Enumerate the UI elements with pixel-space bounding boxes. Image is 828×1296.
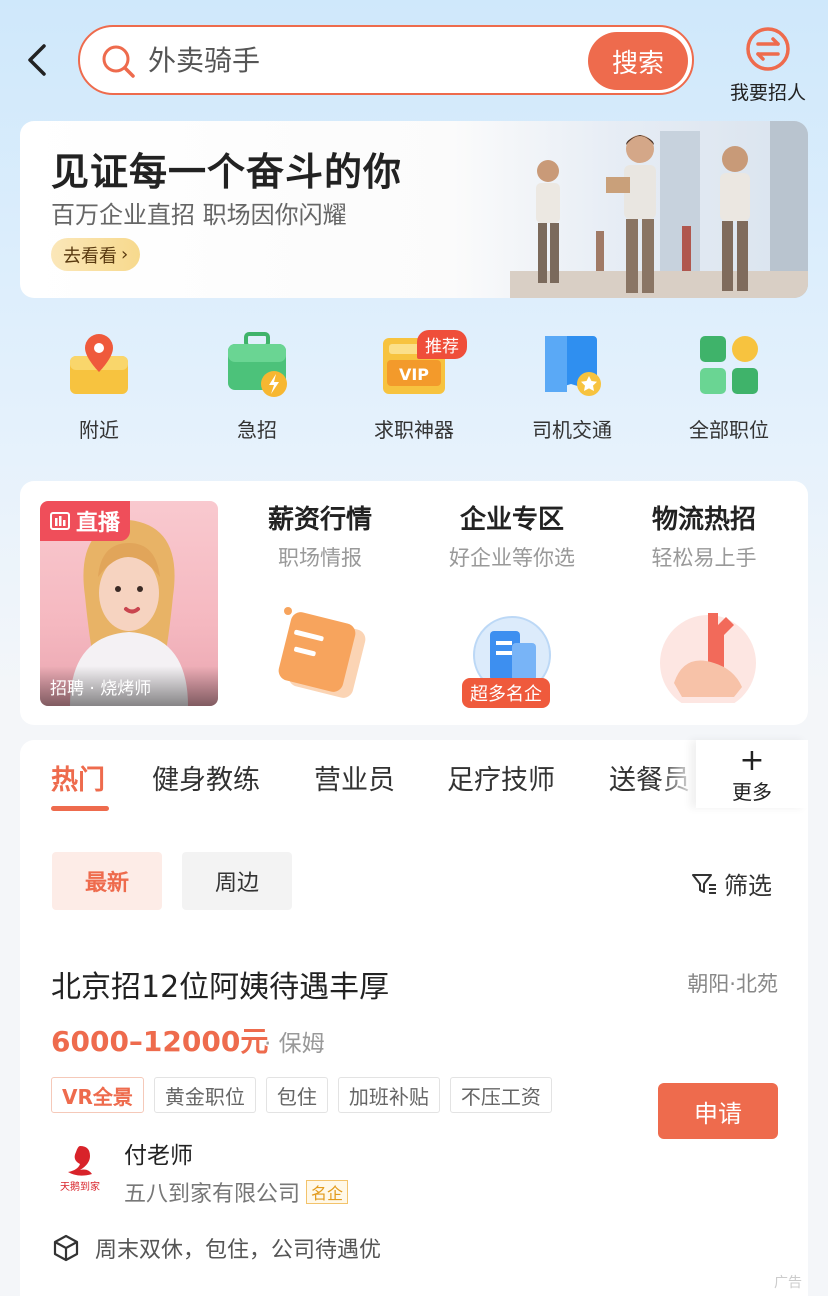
company-logo: 天鹅到家 [50, 1138, 110, 1198]
feature-card: 直播 招聘 · 烧烤师 薪资行情 职场情报 企业专区 好企业等你选 超多名企 物… [20, 481, 808, 725]
company-name: 五八到家有限公司 [124, 1182, 301, 1207]
running-people-illustration [510, 121, 808, 298]
back-arrow-icon[interactable] [22, 40, 56, 80]
vr-panorama-tag[interactable]: VR全景 [51, 1077, 144, 1113]
live-caption: 招聘 · 烧烤师 [40, 666, 218, 706]
feature-subtitle: 职场情报 [278, 546, 362, 570]
checklist-illustration [278, 607, 366, 698]
category-label: 求职神器 [374, 418, 454, 442]
svg-text:VIP: VIP [399, 365, 429, 384]
filter-chip-latest[interactable]: 最新 [52, 852, 162, 910]
job-type: · 保姆 [264, 1031, 325, 1057]
search-icon [102, 45, 135, 78]
category-driver-transport[interactable]: 司机交通 [517, 330, 627, 443]
live-badge: 直播 [40, 501, 131, 541]
tab-foot-therapist[interactable]: 足疗技师 [447, 758, 555, 797]
active-tab-indicator [51, 806, 109, 811]
enterprise-zone-entry[interactable]: 企业专区 好企业等你选 [422, 499, 602, 572]
post-job-button[interactable]: 我要招人 [724, 26, 812, 105]
grid-apps-icon [700, 336, 758, 394]
map-book-icon [545, 336, 601, 396]
category-urgent[interactable]: 急招 [202, 330, 312, 443]
plus-icon: + [739, 743, 765, 778]
location-map-icon [70, 334, 128, 394]
famous-company-badge: 名企 [306, 1180, 349, 1204]
recommend-badge: 推荐 [417, 330, 467, 359]
feature-title: 企业专区 [459, 505, 564, 535]
logistics-hot-entry[interactable]: 物流热招 轻松易上手 [614, 499, 794, 572]
live-stream-card[interactable]: 直播 招聘 · 烧烤师 [40, 501, 218, 706]
live-bars-icon [50, 512, 70, 530]
tab-hot[interactable]: 热门 [51, 758, 105, 797]
funnel-icon [692, 873, 716, 894]
benefits-text: 周末双休，包住，公司待遇优 [95, 1238, 382, 1263]
promo-banner[interactable]: 见证每一个奋斗的你 百万企业直招 职场因你闪耀 去看看 › [20, 121, 808, 298]
salary-trends-entry[interactable]: 薪资行情 职场情报 [230, 499, 410, 572]
feature-subtitle: 轻松易上手 [651, 546, 757, 570]
banner-title: 见证每一个奋斗的你 [51, 150, 403, 194]
feature-title: 物流热招 [651, 505, 756, 535]
wrench-hand-illustration [660, 613, 756, 703]
job-location: 朝阳·北苑 [687, 972, 778, 996]
job-salary: 6000–12000元 [51, 1025, 269, 1058]
banner-go-button[interactable]: 去看看 › [51, 238, 141, 271]
job-tag: 不压工资 [449, 1077, 552, 1113]
famous-companies-tag: 超多名企 [462, 678, 550, 708]
category-nearby[interactable]: 附近 [44, 330, 154, 443]
search-button[interactable]: 搜索 [588, 32, 688, 90]
recruiter-name: 付老师 [124, 1143, 193, 1169]
category-all-jobs[interactable]: 全部职位 [674, 330, 784, 443]
top-bar: 外卖骑手 搜索 我要招人 [0, 0, 828, 110]
filter-chip-nearby[interactable]: 周边 [182, 852, 292, 910]
filter-label: 筛选 [724, 872, 772, 900]
cube-icon [53, 1234, 79, 1262]
post-job-label: 我要招人 [729, 82, 806, 104]
more-tabs-button[interactable]: + 更多 [696, 740, 808, 808]
ad-label: 广告 [774, 1275, 802, 1291]
search-bar[interactable]: 外卖骑手 搜索 [78, 25, 694, 95]
benefits-row: 周末双休，包住，公司待遇优 [51, 1232, 381, 1264]
tab-fitness-coach[interactable]: 健身教练 [152, 758, 260, 797]
exchange-icon [746, 27, 790, 71]
urgent-briefcase-icon [228, 332, 287, 397]
feature-title: 薪资行情 [267, 505, 372, 535]
job-title[interactable]: 北京招12位阿姨待遇丰厚 [51, 962, 389, 1006]
job-tag: 加班补贴 [337, 1077, 440, 1113]
category-label: 急招 [237, 418, 277, 442]
chevron-right-icon: › [121, 244, 129, 265]
feature-subtitle: 好企业等你选 [449, 546, 575, 570]
search-input[interactable]: 外卖骑手 [148, 43, 260, 79]
more-label: 更多 [732, 780, 772, 804]
category-label: 司机交通 [532, 418, 612, 442]
category-job-tools[interactable]: VIP 推荐 求职神器 [359, 330, 469, 443]
job-tag: 黄金职位 [153, 1077, 256, 1113]
job-tags: VR全景 黄金职位 包住 加班补贴 不压工资 [51, 1077, 552, 1113]
tab-salesperson[interactable]: 营业员 [314, 758, 395, 797]
logo-text: 天鹅到家 [60, 1180, 100, 1193]
category-label: 附近 [79, 418, 119, 442]
live-badge-label: 直播 [76, 511, 121, 536]
filter-button[interactable]: 筛选 [690, 866, 772, 901]
banner-go-label: 去看看 [63, 245, 117, 267]
banner-subtitle: 百万企业直招 职场因你闪耀 [51, 201, 347, 229]
jobs-panel: 热门 健身教练 营业员 足疗技师 送餐员 + 更多 最新 周边 筛选 北京招12… [20, 740, 808, 1296]
job-tag: 包住 [265, 1077, 328, 1113]
apply-button[interactable]: 申请 [658, 1083, 778, 1139]
company-row: 五八到家有限公司 名企 [124, 1176, 349, 1208]
tab-fade [660, 748, 696, 808]
category-label: 全部职位 [689, 418, 769, 442]
